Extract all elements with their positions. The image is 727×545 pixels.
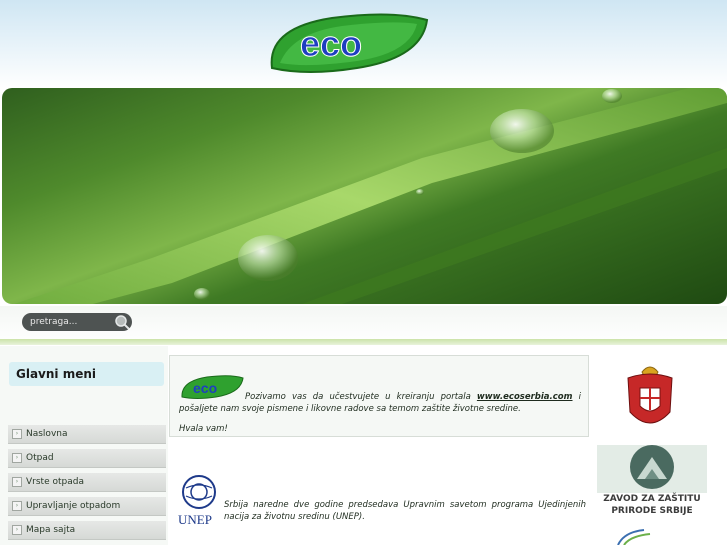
zavod-line2: PRIRODE SRBIJE [611,506,693,516]
arrow-right-icon: › [12,477,22,487]
sidebar-item-mapa-sajta[interactable]: › Mapa sajta [8,521,166,540]
sidebar-item-otpad[interactable]: › Otpad [8,449,166,468]
zavod-line1: ZAVOD ZA ZAŠTITU [603,494,701,504]
intro-text: Pozivamo vas da učestvujete u kreiranju … [179,391,581,415]
search-icon[interactable] [114,314,130,330]
eco-logo[interactable]: eco [262,8,432,78]
zavod-logo[interactable]: ZAVOD ZA ZAŠTITU PRIRODE SRBIJE [597,445,707,521]
thanks-text: Hvala vam! [179,424,228,434]
sidebar-item-label: Mapa sajta [26,525,76,535]
intro-box: eco Pozivamo vas da učestvujete u kreira… [169,355,589,437]
intro-text-part: Pozivamo vas da učestvujete u kreiranju … [245,392,477,402]
ecoserbia-link[interactable]: www.ecoserbia.com [477,392,573,402]
sidebar-item-label: Vrste otpada [26,477,84,487]
search-input[interactable] [30,315,110,329]
sidebar-title: Glavni meni [9,362,164,386]
arrow-right-icon: › [12,501,22,511]
sidebar-item-naslovna[interactable]: › Naslovna [8,425,166,444]
sidebar-item-label: Naslovna [26,429,68,439]
sidebar-item-label: Otpad [26,453,54,463]
mountain-icon [597,445,707,493]
unep-logo[interactable]: UNEP [176,474,222,527]
unep-text: Srbija naredne dve godine predsedava Upr… [224,499,586,522]
search-box [22,313,132,331]
header: eco [0,0,727,88]
sidebar-item-label: Upravljanje otpadom [26,501,121,511]
arrow-right-icon: › [12,453,22,463]
divider [0,339,727,345]
zavod-title: ZAVOD ZA ZAŠTITU PRIRODE SRBIJE [597,493,707,517]
main-menu: › Naslovna › Otpad › Vrste otpada › Upravlja… [8,425,166,545]
sidebar-item-vrste-otpada[interactable]: › Vrste otpada [8,473,166,492]
unep-label: UNEP [178,512,212,526]
sidebar-item-upravljanje-otpadom[interactable]: › Upravljanje otpadom [8,497,166,516]
partner-logo-icon[interactable] [614,528,654,545]
arrow-right-icon: › [12,429,22,439]
eco-logo-text: eco [300,23,362,64]
serbian-coat-of-arms-icon[interactable] [620,362,680,436]
header-banner-image [2,88,727,304]
arrow-right-icon: › [12,525,22,535]
